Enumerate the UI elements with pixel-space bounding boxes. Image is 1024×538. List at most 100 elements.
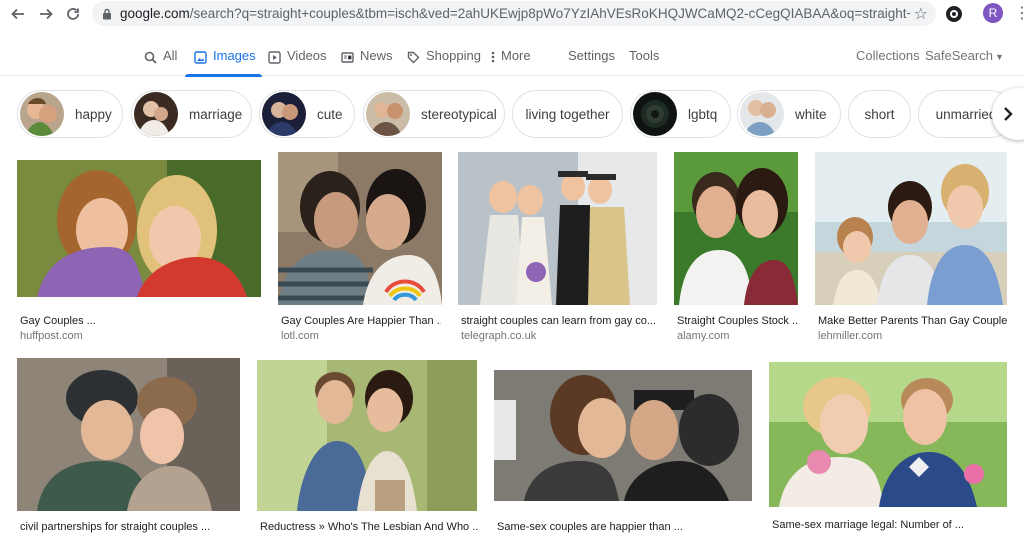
result-caption[interactable]: Same-sex marriage legal: Number of ...: [772, 519, 1007, 531]
play-icon: [267, 50, 281, 64]
result-image[interactable]: [17, 160, 261, 297]
result-tile[interactable]: Same-sex marriage legal: Number of ...: [769, 362, 1008, 538]
tab-shopping-label: Shopping: [426, 48, 481, 63]
result-image[interactable]: [278, 152, 442, 305]
result-tile[interactable]: Same-sex couples are happier than ...: [494, 370, 753, 538]
result-source[interactable]: lehmiller.com: [818, 330, 882, 342]
settings-link[interactable]: Settings: [568, 48, 615, 76]
caret-down-icon: ▼: [994, 52, 1004, 62]
result-image[interactable]: [494, 370, 752, 501]
result-caption[interactable]: Make Better Parents Than Gay Couple...: [818, 315, 1008, 327]
chip-thumbnail: [262, 92, 306, 136]
result-caption[interactable]: Gay Couples Are Happier Than ...: [281, 315, 441, 327]
chip-thumbnail: [134, 92, 178, 136]
tag-icon: [406, 50, 420, 64]
chip-short[interactable]: short: [848, 90, 911, 138]
extension-icon[interactable]: [944, 4, 964, 24]
chip-thumbnail: [366, 92, 410, 136]
chip-label: lgbtq: [688, 106, 718, 122]
safesearch-link[interactable]: SafeSearch ▼: [925, 48, 1004, 63]
chip-label: unmarried: [935, 106, 997, 122]
tab-videos[interactable]: Videos: [267, 48, 327, 76]
tab-news-label: News: [360, 48, 393, 63]
arrow-right-icon: [40, 8, 53, 20]
chevron-right-icon: [1004, 107, 1013, 121]
result-image[interactable]: [674, 152, 798, 305]
result-source[interactable]: lotl.com: [281, 330, 319, 342]
result-tile[interactable]: Reductress » Who's The Lesbian And Who .…: [257, 360, 478, 538]
search-tabs: All Images Videos News Shopping More Set…: [0, 40, 1024, 77]
result-source[interactable]: huffpost.com: [20, 330, 83, 342]
reload-icon: [67, 8, 79, 20]
browser-toolbar: google.com/search?q=straight+couples&tbm…: [0, 0, 1024, 28]
image-icon: [193, 50, 207, 64]
tools-link[interactable]: Tools: [629, 48, 659, 76]
result-image[interactable]: [769, 362, 1007, 507]
result-caption[interactable]: Reductress » Who's The Lesbian And Who .…: [260, 521, 478, 533]
chip-label: marriage: [189, 106, 243, 122]
chip-cute[interactable]: cute: [259, 90, 355, 138]
chip-stereotypical[interactable]: stereotypical: [363, 90, 505, 138]
safesearch-label: SafeSearch: [925, 48, 993, 63]
result-tile[interactable]: Gay Couples ... huffpost.com: [17, 160, 262, 345]
result-caption[interactable]: straight couples can learn from gay co..…: [461, 315, 657, 327]
chip-thumbnail: [20, 92, 64, 136]
result-source[interactable]: alamy.com: [677, 330, 729, 342]
result-caption[interactable]: Gay Couples ...: [20, 315, 260, 327]
tools-label: Tools: [629, 48, 660, 63]
result-source[interactable]: telegraph.co.uk: [461, 330, 536, 342]
result-caption[interactable]: Same-sex couples are happier than ...: [497, 521, 752, 533]
collections-link[interactable]: Collections: [856, 48, 920, 63]
result-caption[interactable]: civil partnerships for straight couples …: [20, 521, 240, 533]
result-tile[interactable]: Gay Couples Are Happier Than ... lotl.co…: [278, 152, 442, 345]
tab-images[interactable]: Images: [185, 48, 262, 77]
chip-happy[interactable]: happy: [17, 90, 123, 138]
result-tile[interactable]: straight couples can learn from gay co..…: [458, 152, 658, 345]
chip-thumbnail: [740, 92, 784, 136]
chip-marriage[interactable]: marriage: [131, 90, 252, 138]
related-search-chips: happy marriage cute stereotypical living…: [0, 88, 1024, 140]
url-path: /search?q=straight+couples&tbm=isch&ved=…: [189, 6, 910, 21]
result-image[interactable]: [458, 152, 657, 305]
tab-images-label: Images: [213, 48, 256, 63]
chip-label: living together: [525, 106, 610, 122]
star-icon[interactable]: ☆: [914, 4, 928, 24]
reload-button[interactable]: [60, 1, 86, 27]
tab-all-label: All: [163, 48, 178, 63]
chip-label: white: [795, 106, 827, 122]
tab-shopping[interactable]: Shopping: [406, 48, 481, 76]
news-icon: [340, 50, 354, 64]
chip-label: stereotypical: [421, 106, 497, 122]
chip-label: cute: [317, 106, 343, 122]
url-host: google.com: [120, 6, 190, 21]
forward-button[interactable]: [33, 1, 59, 27]
profile-avatar[interactable]: R: [983, 3, 1003, 23]
result-image[interactable]: [815, 152, 1007, 305]
chip-living-together[interactable]: living together: [512, 90, 623, 138]
result-image[interactable]: [17, 358, 240, 511]
result-caption[interactable]: Straight Couples Stock ...: [677, 315, 798, 327]
chip-label: happy: [75, 106, 112, 122]
back-button[interactable]: [5, 1, 31, 27]
search-icon: [143, 50, 157, 64]
tab-news[interactable]: News: [340, 48, 393, 76]
result-image[interactable]: [257, 360, 477, 511]
chip-white[interactable]: white: [737, 90, 841, 138]
more-vert-icon: [490, 50, 496, 64]
tab-more[interactable]: More: [490, 48, 531, 76]
arrow-left-icon: [11, 8, 24, 20]
chip-thumbnail: [633, 92, 677, 136]
tab-more-label: More: [501, 48, 531, 63]
profile-initial: R: [988, 6, 998, 20]
result-tile[interactable]: Straight Couples Stock ... alamy.com: [674, 152, 799, 345]
address-bar[interactable]: google.com/search?q=straight+couples&tbm…: [92, 1, 936, 26]
url-text: google.com/search?q=straight+couples&tbm…: [120, 6, 910, 21]
chip-label: short: [864, 106, 895, 122]
tab-all[interactable]: All: [143, 48, 177, 76]
chip-lgbtq[interactable]: lgbtq: [630, 90, 731, 138]
result-tile[interactable]: civil partnerships for straight couples …: [17, 358, 241, 538]
result-tile[interactable]: Make Better Parents Than Gay Couple... l…: [815, 152, 1008, 345]
lock-icon: [100, 7, 114, 21]
settings-label: Settings: [568, 48, 615, 63]
browser-menu-icon[interactable]: ⋮: [1014, 4, 1024, 24]
